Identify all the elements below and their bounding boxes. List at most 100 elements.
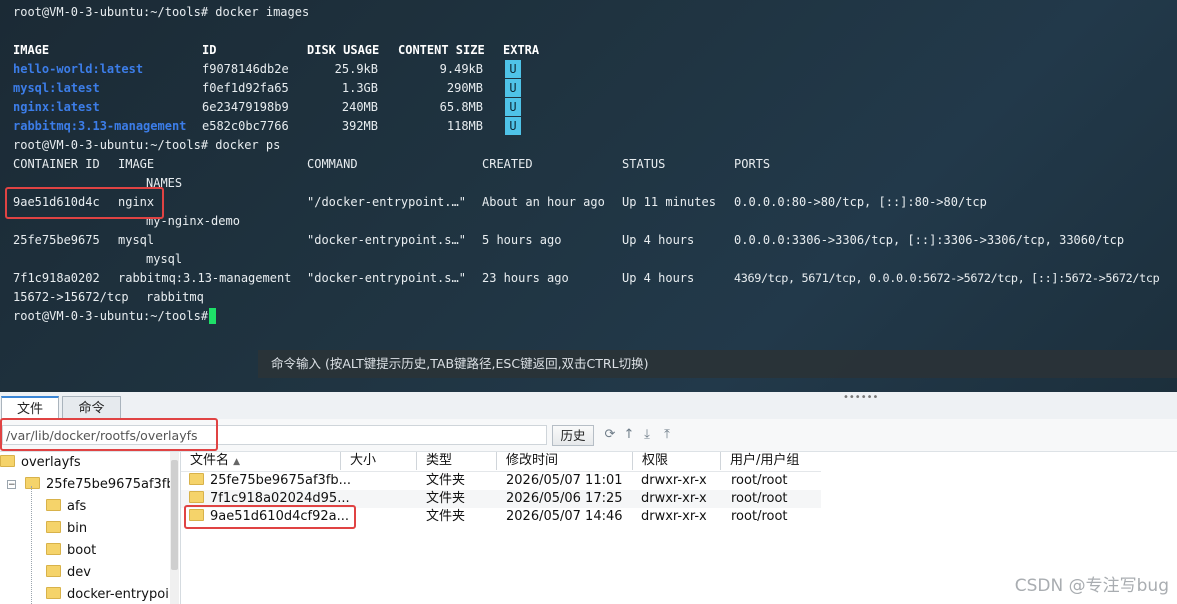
container-image: mysql [118,233,155,247]
images-header-content: CONTENT SIZE [398,43,485,57]
file-manager-panel: 文件 命令 •••••• /var/lib/docker/rootfs/over… [0,392,1177,604]
refresh-icon[interactable]: ⟳ [602,427,618,443]
file-perm: drwxr-xr-x [641,509,707,524]
image-disk: 392MB [341,119,378,133]
container-status: Up 4 hours [622,271,695,285]
column-label: 文件名 [190,453,230,468]
collapse-icon[interactable]: − [7,480,16,490]
tab-commands[interactable]: 命令 [62,396,121,419]
tree-item-label: afs [67,499,87,514]
ps-header-command: COMMAND [307,157,358,171]
image-extra-badge: U [505,117,521,135]
history-button[interactable]: 历史 [552,425,594,446]
folder-icon [0,455,15,467]
scrollbar-thumb[interactable] [171,460,178,570]
highlight-box-container [5,187,164,219]
terminal-panel[interactable]: root@VM-0-3-ubuntu:~/tools# docker image… [0,0,1177,392]
container-ports: 4369/tcp, 5671/tcp, 0.0.0.0:5672->5672/t… [734,271,1160,285]
ps-header-image: IMAGE [118,157,155,171]
image-name: nginx:latest [13,100,100,114]
container-ports: 0.0.0.0:3306->3306/tcp, [::]:3306->3306/… [734,233,1125,247]
container-name: mysql [146,252,183,266]
container-created: 5 hours ago [482,233,562,247]
folder-icon [189,473,204,485]
image-extra-badge: U [505,79,521,97]
image-id: f0ef1d92fa65 [202,81,289,95]
container-status: Up 4 hours [622,233,695,247]
tree-item-container[interactable]: − 25fe75be9675af3fb' [7,474,178,496]
ps-header-container-id: CONTAINER ID [13,157,100,171]
command-input-bar[interactable]: 命令输入 (按ALT键提示历史,TAB键路径,ESC键返回,双击CTRL切换) [258,350,1177,378]
up-arrow-icon[interactable]: ↑ [621,427,637,443]
folder-link-icon [46,521,61,533]
image-id: 6e23479198b9 [202,100,289,114]
download-icon[interactable]: ⤓ [639,427,655,443]
tab-files[interactable]: 文件 [1,396,59,420]
container-name: rabbitmq [146,290,204,304]
image-content: 9.49kB [439,62,483,76]
file-mtime: 2026/05/07 14:46 [506,509,623,524]
tree-item-bin[interactable]: bin [46,518,87,540]
image-content: 65.8MB [439,100,483,114]
image-id: e582c0bc7766 [202,119,289,133]
highlight-box-file [184,505,356,529]
file-row[interactable]: 25fe75be9675af3fb... 文件夹 2026/05/07 11:0… [181,472,821,490]
container-command: "/docker-entrypoint.…" [307,195,466,209]
tree-item-label: boot [67,543,97,558]
column-type[interactable]: 类型 [417,452,497,470]
container-image: rabbitmq:3.13-management [118,271,292,285]
folder-icon [189,491,204,503]
terminal-cursor [209,308,216,324]
tree-item-overlayfs[interactable]: overlayfs [0,452,81,474]
column-size[interactable]: 大小 [341,452,417,470]
tree-item-docker-entrypoint[interactable]: docker-entrypoi [46,584,169,604]
tree-item-dev[interactable]: dev [46,562,91,584]
container-command: "docker-entrypoint.s…" [307,271,466,285]
folder-icon [46,565,61,577]
tree-item-afs[interactable]: afs [46,496,86,518]
folder-icon [46,587,61,599]
tree-item-label: bin [67,521,88,536]
image-extra-badge: U [505,98,521,116]
directory-tree: overlayfs − 25fe75be9675af3fb' afs bin bo… [0,452,181,604]
images-header-image: IMAGE [13,43,50,57]
file-owner: root/root [731,491,788,506]
folder-icon [46,543,61,555]
column-owner[interactable]: 用户/用户组 [721,452,821,470]
image-extra-badge: U [505,60,521,78]
image-name: hello-world:latest [13,62,144,76]
tree-item-boot[interactable]: boot [46,540,96,562]
tree-item-label: docker-entrypoi [67,587,169,602]
upload-icon[interactable]: ⤒ [659,427,675,443]
folder-icon [25,477,40,489]
terminal-prompt-current: root@VM-0-3-ubuntu:~/tools# [13,309,216,323]
file-owner: root/root [731,509,788,524]
file-owner: root/root [731,473,788,488]
file-mtime: 2026/05/06 17:25 [506,491,623,506]
file-type: 文件夹 [426,491,466,506]
tree-scrollbar[interactable] [170,452,179,604]
image-disk: 240MB [341,100,378,114]
column-filename[interactable]: 文件名 ▲ [181,452,341,470]
file-mtime: 2026/05/07 11:01 [506,473,623,488]
images-header-disk: DISK USAGE [307,43,380,57]
file-list-header: 文件名 ▲ 大小 类型 修改时间 权限 用户/用户组 [181,452,821,472]
column-mtime[interactable]: 修改时间 [497,452,633,470]
image-name: mysql:latest [13,81,100,95]
splitter-handle[interactable]: •••••• [843,392,878,403]
highlight-box-path [0,418,218,451]
images-header-id: ID [202,43,217,57]
image-disk: 1.3GB [341,81,378,95]
file-type: 文件夹 [426,473,466,488]
column-perm[interactable]: 权限 [633,452,721,470]
sort-asc-icon: ▲ [233,457,241,467]
tree-item-label: overlayfs [21,455,81,470]
images-header-extra: EXTRA [503,43,540,57]
folder-icon [46,499,61,511]
image-content: 290MB [446,81,483,95]
container-status: Up 11 minutes [622,195,716,209]
terminal-prompt-ps: root@VM-0-3-ubuntu:~/tools# docker ps [13,138,281,152]
tree-item-label: 25fe75be9675af3fb' [46,477,179,492]
file-type: 文件夹 [426,509,466,524]
ps-header-status: STATUS [622,157,666,171]
